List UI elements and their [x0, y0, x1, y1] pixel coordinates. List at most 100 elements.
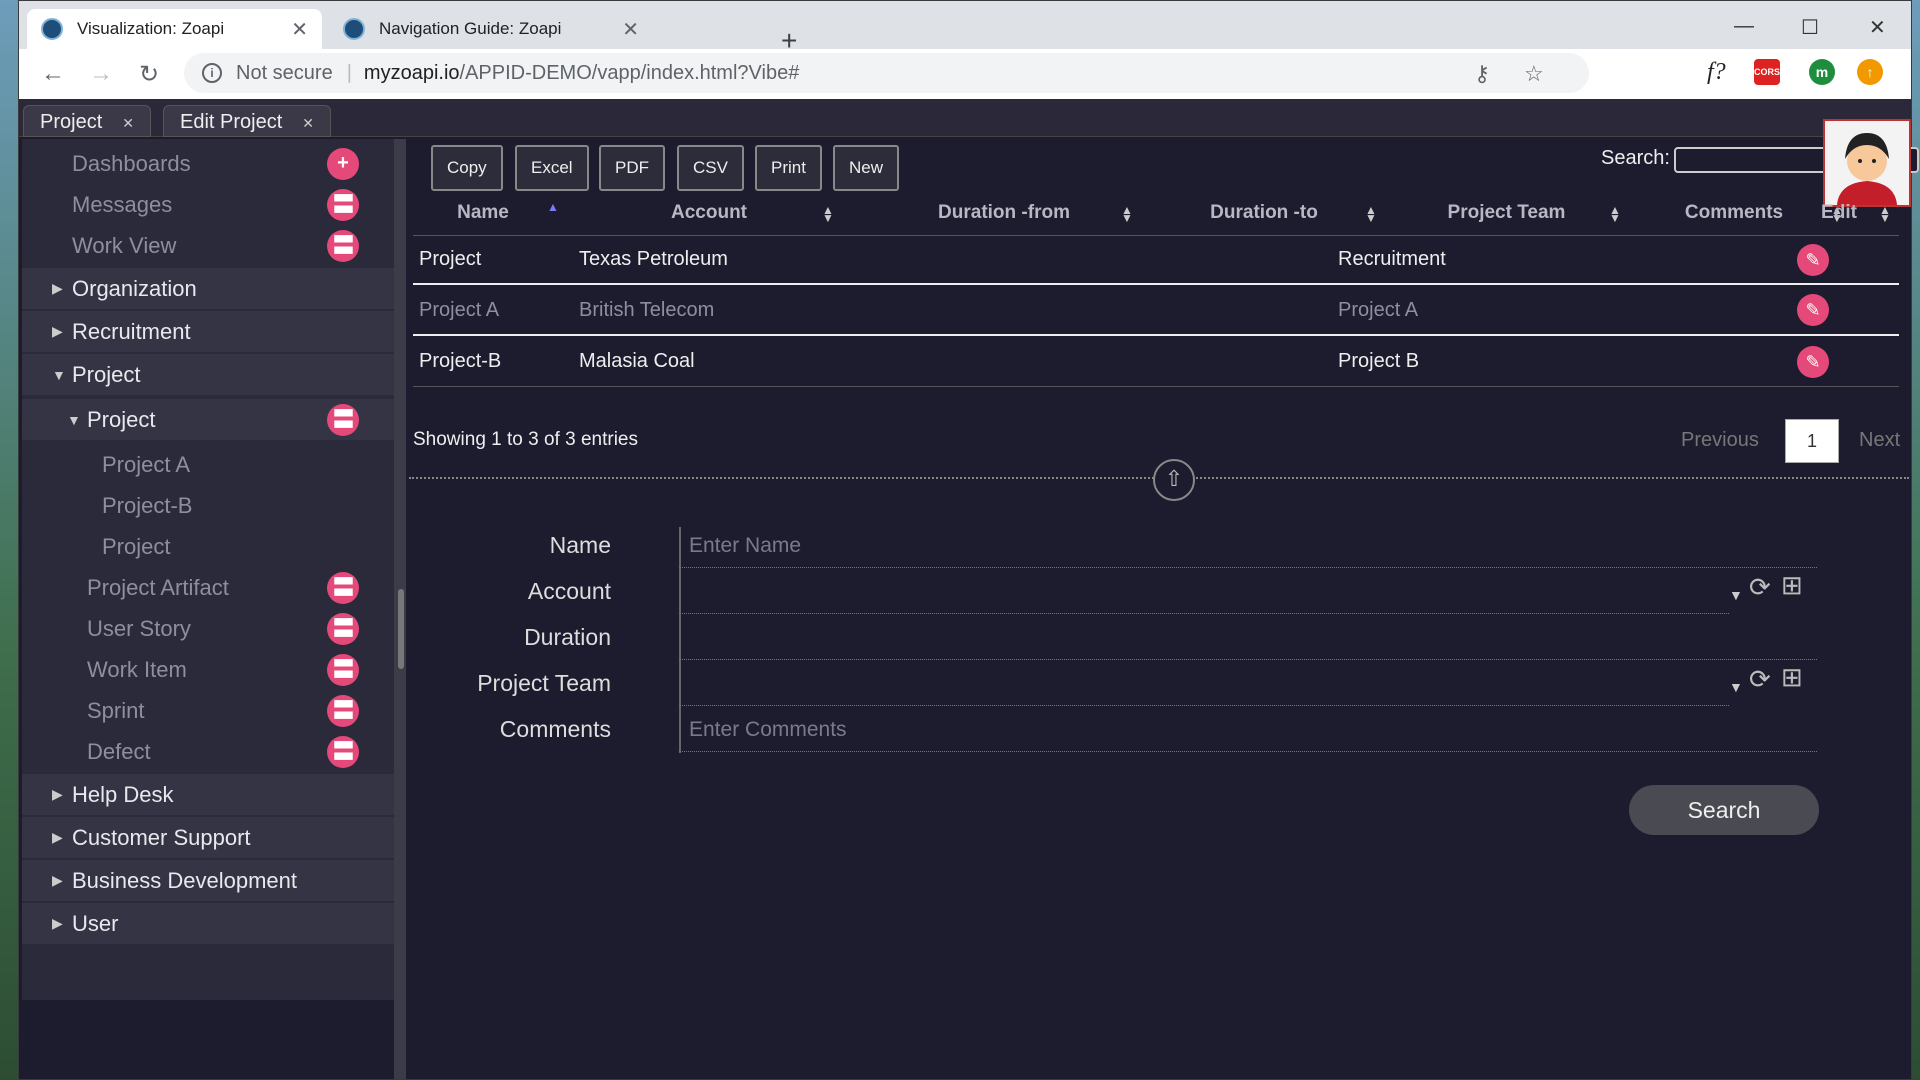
sidebar-item-sprint[interactable]: Sprint 〓	[22, 690, 394, 731]
expand-arrow-icon[interactable]: ▶	[52, 323, 72, 340]
list-icon[interactable]: 〓	[327, 653, 359, 686]
sidebar-item-defect[interactable]: Defect 〓	[22, 731, 394, 772]
sidebar-item-recruitment[interactable]: ▶ Recruitment	[22, 311, 394, 352]
address-bar[interactable]: i Not secure | myzoapi.io/APPID-DEMO/vap…	[184, 53, 1589, 93]
close-tab-icon[interactable]: ✕	[622, 17, 639, 42]
column-header-account[interactable]: Account ▲ ▼	[564, 193, 854, 233]
sidebar-item-project-sub[interactable]: ▼ Project 〓	[22, 399, 394, 440]
list-icon[interactable]: 〓	[327, 403, 359, 436]
column-header-duration-to[interactable]: Duration -to ▲ ▼	[1139, 193, 1389, 233]
pdf-button[interactable]: PDF	[599, 145, 665, 191]
project-team-select[interactable]	[679, 705, 1729, 706]
page-1-button[interactable]: 1	[1785, 419, 1839, 463]
url-path: /APPID-DEMO/vapp/index.html?Vibe#	[459, 61, 800, 84]
refresh-icon[interactable]: ⟳	[1749, 664, 1771, 695]
app-tab-edit-project[interactable]: Edit Project ✕	[163, 105, 331, 137]
duration-field[interactable]	[679, 659, 1817, 660]
app-tab-project[interactable]: Project ✕	[23, 105, 151, 137]
back-icon[interactable]: ←	[29, 60, 77, 88]
cors-extension-icon[interactable]: CORS	[1754, 59, 1780, 85]
sidebar-item-user-story[interactable]: User Story 〓	[22, 608, 394, 649]
add-square-icon[interactable]: ⊞	[1781, 570, 1803, 601]
zoapi-favicon-icon	[41, 18, 63, 40]
key-icon[interactable]: ⚷	[1474, 61, 1490, 87]
refresh-icon[interactable]: ⟳	[1749, 572, 1771, 603]
forward-icon[interactable]: →	[77, 60, 125, 88]
sidebar-item-messages[interactable]: Messages 〓	[22, 184, 394, 225]
edit-pencil-icon[interactable]: ✎	[1797, 243, 1829, 276]
list-icon[interactable]: 〓	[327, 612, 359, 645]
bookmark-star-icon[interactable]: ☆	[1524, 61, 1544, 87]
expand-arrow-icon[interactable]: ▶	[52, 786, 72, 803]
sidebar-item-project-b[interactable]: Project-B	[22, 485, 394, 526]
table-row[interactable]: Project-B Malasia Coal Project B ✎	[413, 337, 1899, 387]
close-icon[interactable]: ✕	[302, 115, 314, 131]
excel-button[interactable]: Excel	[515, 145, 589, 191]
column-header-project-team[interactable]: Project Team ▲ ▼	[1384, 193, 1629, 233]
account-dropdown-arrow-icon[interactable]: ▼	[1729, 587, 1743, 603]
column-header-edit[interactable]: Edit ▲ ▼	[1784, 193, 1894, 233]
sidebar-item-project-record[interactable]: Project	[22, 526, 394, 567]
sidebar-item-user[interactable]: ▶ User	[22, 903, 394, 944]
edit-pencil-icon[interactable]: ✎	[1797, 345, 1829, 378]
splitter[interactable]	[394, 139, 406, 1079]
sidebar-item-label: Project-B	[102, 492, 193, 518]
name-field[interactable]: Enter Name	[689, 534, 801, 558]
search-button[interactable]: Search	[1629, 785, 1819, 835]
column-header-duration-from[interactable]: Duration -from ▲ ▼	[859, 193, 1149, 233]
sidebar-item-label: Project	[87, 406, 156, 432]
expand-arrow-icon[interactable]: ▶	[52, 280, 72, 297]
project-team-dropdown-arrow-icon[interactable]: ▼	[1729, 679, 1743, 695]
previous-button[interactable]: Previous	[1681, 429, 1759, 452]
edit-pencil-icon[interactable]: ✎	[1797, 294, 1829, 326]
minimize-icon[interactable]: —	[1734, 15, 1754, 38]
sidebar-item-organization[interactable]: ▶ Organization	[22, 268, 394, 309]
sidebar-item-dashboards[interactable]: Dashboards +	[22, 143, 394, 184]
add-icon[interactable]: +	[327, 147, 359, 180]
new-button[interactable]: New	[833, 145, 900, 191]
close-icon[interactable]: ✕	[122, 115, 134, 131]
splitter-handle[interactable]	[398, 589, 404, 669]
copy-button[interactable]: Copy	[431, 145, 503, 191]
browser-tab-visualization[interactable]: Visualization: Zoapi ✕	[27, 9, 322, 49]
reload-icon[interactable]: ↻	[125, 60, 173, 89]
list-icon[interactable]: 〓	[327, 735, 359, 768]
sidebar-item-business-development[interactable]: ▶ Business Development	[22, 860, 394, 901]
list-icon[interactable]: 〓	[327, 188, 359, 221]
field-underline	[679, 751, 1817, 752]
table-row[interactable]: Project A British Telecom Project A ✎	[413, 286, 1899, 336]
sidebar-item-help-desk[interactable]: ▶ Help Desk	[22, 774, 394, 815]
add-square-icon[interactable]: ⊞	[1781, 662, 1803, 693]
list-icon[interactable]: 〓	[327, 229, 359, 262]
sidebar-item-work-view[interactable]: Work View 〓	[22, 225, 394, 266]
next-button[interactable]: Next	[1859, 429, 1900, 452]
sidebar-item-project-a[interactable]: Project A	[22, 444, 394, 485]
collapse-arrow-icon[interactable]: ▼	[52, 367, 72, 383]
info-icon[interactable]: i	[202, 63, 222, 83]
list-icon[interactable]: 〓	[327, 571, 359, 604]
formula-extension-icon[interactable]: f?	[1707, 59, 1726, 86]
expand-arrow-icon[interactable]: ▶	[52, 872, 72, 889]
list-icon[interactable]: 〓	[327, 694, 359, 727]
sidebar-item-project-artifact[interactable]: Project Artifact 〓	[22, 567, 394, 608]
expand-arrow-icon[interactable]: ▶	[52, 915, 72, 932]
sidebar-item-project[interactable]: ▼ Project	[22, 354, 394, 395]
maximize-icon[interactable]: ☐	[1801, 15, 1819, 40]
collapse-up-icon[interactable]: ⇧	[1153, 459, 1195, 501]
profile-avatar[interactable]: m	[1809, 59, 1835, 85]
sidebar: Dashboards + Messages 〓 Work View 〓 ▶ Or…	[22, 139, 394, 1079]
print-button[interactable]: Print	[755, 145, 822, 191]
sidebar-item-work-item[interactable]: Work Item 〓	[22, 649, 394, 690]
column-header-name[interactable]: Name ▲	[413, 193, 559, 233]
expand-arrow-icon[interactable]: ▶	[52, 829, 72, 846]
csv-button[interactable]: CSV	[677, 145, 744, 191]
close-tab-icon[interactable]: ✕	[291, 17, 308, 42]
table-row[interactable]: Project Texas Petroleum Recruitment ✎	[413, 235, 1899, 285]
update-icon[interactable]: ↑	[1857, 59, 1883, 85]
comments-field[interactable]: Enter Comments	[689, 718, 847, 742]
browser-tab-navigation-guide[interactable]: Navigation Guide: Zoapi ✕	[329, 9, 759, 49]
account-select[interactable]	[679, 613, 1729, 614]
collapse-arrow-icon[interactable]: ▼	[67, 412, 87, 428]
close-window-icon[interactable]: ✕	[1869, 15, 1886, 40]
sidebar-item-customer-support[interactable]: ▶ Customer Support	[22, 817, 394, 858]
